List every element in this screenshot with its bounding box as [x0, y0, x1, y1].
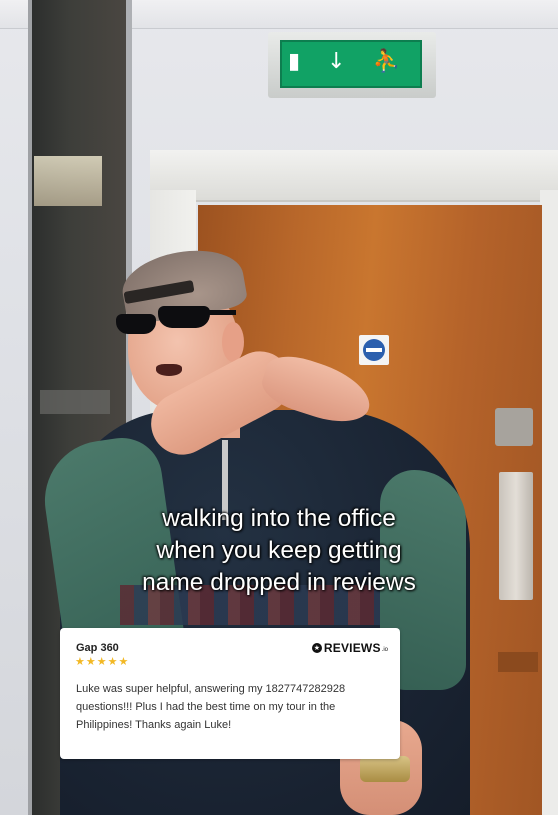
star-circle-icon: ★ — [311, 643, 322, 653]
video-frame: ▮ ↓ ⛹ walking into the office when you k… — [0, 0, 558, 815]
door-detail — [498, 652, 538, 672]
door-frame-top — [150, 150, 558, 202]
sunglasses-arm — [206, 310, 236, 315]
logo-suffix: .io — [381, 647, 388, 653]
sign-bar — [366, 348, 382, 352]
wristwatch — [360, 756, 410, 782]
review-company: Gap 360 — [76, 642, 119, 654]
caption-line-1: walking into the office — [162, 505, 396, 532]
reflected-light — [34, 156, 102, 206]
exit-running-man-icon: ▮ ↓ ⛹ — [288, 49, 410, 74]
logo-word: REVIEWS — [323, 641, 381, 655]
door-handle — [495, 408, 533, 446]
review-card: Gap 360 ★★★★★ ★ REVIEWS .io Luke was sup… — [60, 628, 400, 759]
sunglasses-right-lens — [158, 306, 210, 328]
sunglasses-left-lens — [116, 314, 156, 334]
reviews-io-logo: ★ REVIEWS .io — [311, 641, 388, 655]
caption-line-2: when you keep getting — [156, 537, 402, 564]
video-caption: walking into the office when you keep ge… — [0, 503, 558, 599]
review-text: Luke was super helpful, answering my 182… — [76, 683, 346, 731]
caption-line-3: name dropped in reviews — [142, 569, 416, 596]
person-mouth — [156, 364, 182, 376]
star-rating: ★★★★★ — [75, 655, 130, 668]
reflection-shelf — [40, 390, 110, 414]
